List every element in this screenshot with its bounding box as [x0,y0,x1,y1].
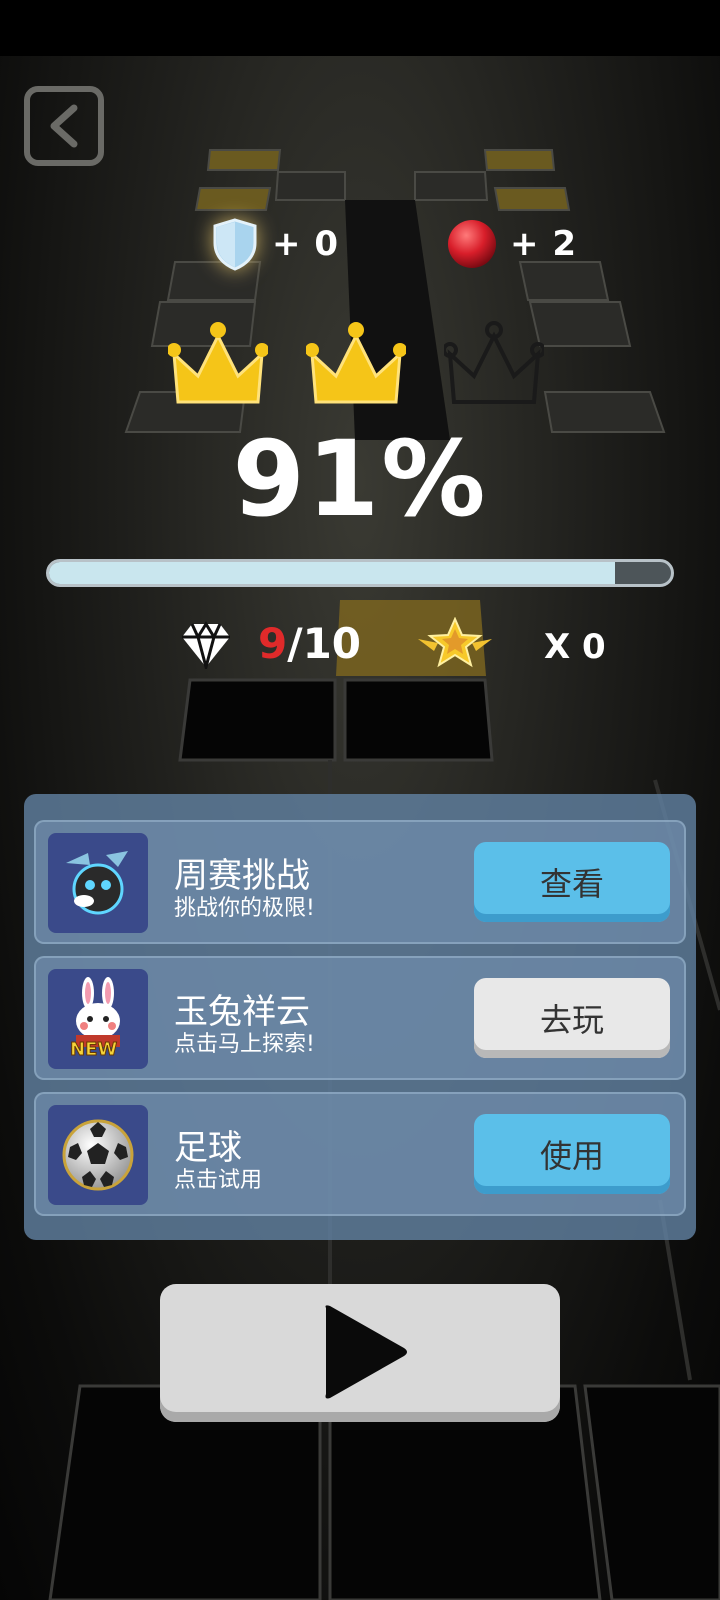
diamond-icon [182,621,230,669]
go-play-button[interactable]: 去玩 [474,978,670,1058]
stats-row: 9/10 X 0 [0,615,720,675]
ball-bonus-count: + 2 [510,224,577,264]
soccer-ball-icon [62,1119,134,1191]
completion-progress-bar [46,559,674,587]
red-ball-icon [448,220,496,268]
offer-card-football: 足球 点击试用 使用 [34,1092,686,1216]
crown-icon [168,322,268,404]
completion-percent: 91% [232,418,488,540]
play-icon [325,1305,407,1399]
crown-icon [306,322,406,404]
weekly-challenge-thumbnail [48,833,148,933]
offer-subtitle: 点击试用 [174,1168,263,1193]
ball-bonus: + 2 [446,216,577,272]
gems-collected: 9 [258,619,288,668]
crown-rating [168,318,548,418]
shield-icon [210,217,260,271]
offer-subtitle: 点击马上探索! [174,1032,315,1057]
offer-card-weekly: 周赛挑战 挑战你的极限! 查看 [34,820,686,944]
crown-empty-icon [444,321,544,404]
play-button[interactable] [160,1284,560,1422]
shield-bonus: + 0 [210,216,339,272]
winged-star-icon [418,617,492,668]
shield-bonus-count: + 0 [272,224,339,264]
jade-rabbit-thumbnail: NEW [48,969,148,1069]
offer-subtitle: 挑战你的极限! [174,896,315,921]
chevron-left-icon [50,104,78,148]
robot-ball-icon [66,851,128,915]
gems-total: /10 [287,619,362,668]
offer-card-jade-rabbit: NEW 玉兔祥云 点击马上探索! 去玩 [34,956,686,1080]
star-count: X 0 [544,627,606,667]
gem-count: 9/10 [258,619,361,668]
football-thumbnail [48,1105,148,1205]
offers-panel: 周赛挑战 挑战你的极限! 查看 NEW 玉兔祥云 点击马上探索! 去玩 足球 点… [24,794,696,1240]
use-button[interactable]: 使用 [474,1114,670,1194]
progress-fill [49,562,616,584]
back-button[interactable] [24,86,104,166]
new-badge: NEW [69,1039,118,1061]
view-button[interactable]: 查看 [474,842,670,922]
